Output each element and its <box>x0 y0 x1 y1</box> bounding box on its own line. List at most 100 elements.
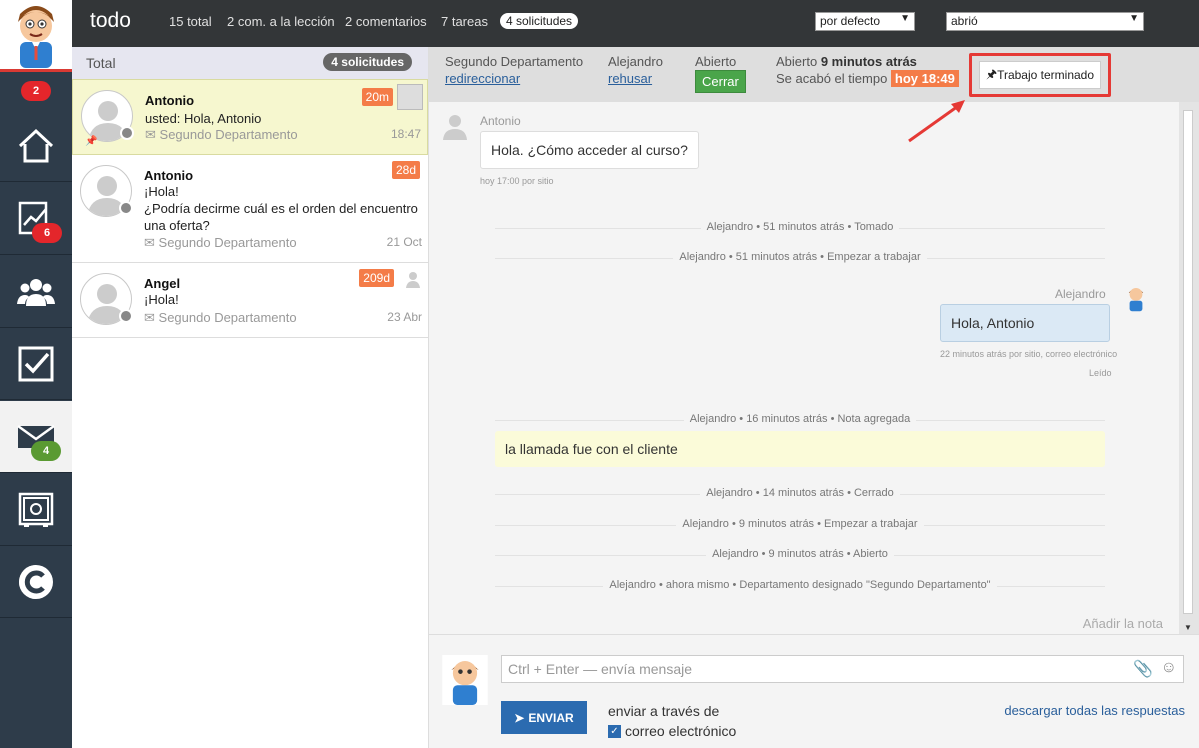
agent-avatar-icon <box>397 84 423 110</box>
sidebar: 2 6 4 <box>0 0 72 748</box>
scrollbar-thumb[interactable] <box>1183 110 1193 614</box>
opened-info: Abierto 9 minutos atrás <box>776 54 917 69</box>
message-meta: 22 minutos atrás por sitio, correo elect… <box>940 349 1118 359</box>
read-status: Leído <box>1089 368 1112 378</box>
conversation-name: Angel <box>144 276 181 291</box>
timeout-label: Se acabó el tiempo <box>776 71 888 86</box>
message-input[interactable]: Ctrl + Enter — envía mensaje 📎 ☺ <box>501 655 1184 683</box>
redirect-link[interactable]: redireccionar <box>445 71 520 86</box>
email-option[interactable]: ✓ correo electrónico <box>608 723 736 739</box>
checkbox-icon <box>18 346 54 381</box>
person-icon <box>443 115 467 140</box>
conversation-preview-2: ¿Podría decirme cuál es el orden del enc… <box>144 201 418 233</box>
conversation-preview: usted: Hola, Antonio <box>145 111 262 126</box>
sort-select[interactable]: por defecto ▼ <box>815 12 915 31</box>
work-done-label: Trabajo terminado <box>997 68 1095 82</box>
opened-time: 9 minutos atrás <box>820 54 917 69</box>
detail-header: Segundo Departamento redireccionar Aleja… <box>429 47 1199 102</box>
conversation-name: Antonio <box>145 93 195 108</box>
dept-label: Segundo Departamento <box>159 127 298 142</box>
safe-icon <box>18 492 54 527</box>
event-text: Alejandro • 14 minutos atrás • Cerrado <box>700 487 900 499</box>
users-icon <box>17 278 55 306</box>
conversation-list: Total 4 solicitudes 📌 Antonio usted: Hol… <box>72 47 429 748</box>
work-done-button[interactable]: 🖈 Trabajo terminado <box>979 61 1101 89</box>
composer: Ctrl + Enter — envía mensaje 📎 ☺ ➤ ENVIAR… <box>429 634 1199 748</box>
requests-count-pill: 4 solicitudes <box>323 53 412 71</box>
download-responses-link[interactable]: descargar todas las respuestas <box>1004 703 1185 718</box>
conversation-dept: ✉ Segundo Departamento <box>144 235 297 251</box>
done-button-highlight: 🖈 Trabajo terminado <box>969 53 1111 97</box>
home-button[interactable] <box>0 110 72 182</box>
scrollbar[interactable]: ▼ <box>1179 102 1199 634</box>
agent-avatar-icon <box>1128 288 1144 312</box>
close-button[interactable]: Cerrar <box>695 70 746 93</box>
system-event: Alejandro • 16 minutos atrás • Nota agre… <box>495 413 1105 425</box>
conversation-dept: ✉ Segundo Departamento <box>145 127 298 143</box>
system-event: Alejandro • 9 minutos atrás • Empezar a … <box>495 518 1105 530</box>
message-author: Alejandro <box>1055 287 1106 301</box>
dept-label: Segundo Departamento <box>445 54 584 69</box>
filter-comments[interactable]: 2 comentarios <box>345 14 427 29</box>
filter-lesson-comments[interactable]: 2 com. a la lección <box>227 14 335 29</box>
tasks-button[interactable] <box>0 328 72 400</box>
event-text: Alejandro • 9 minutos atrás • Empezar a … <box>676 518 924 530</box>
list-item[interactable]: Angel ¡Hola! ✉ Segundo Departamento 23 A… <box>72 263 428 338</box>
message-author: Antonio <box>480 114 521 128</box>
agent-label: Alejandro <box>608 54 663 69</box>
paper-plane-icon: ➤ <box>514 710 525 725</box>
internal-note: la llamada fue con el cliente <box>495 431 1105 467</box>
person-icon <box>406 272 420 288</box>
notification-badge: 2 <box>21 81 51 101</box>
chevron-down-icon[interactable]: ▼ <box>1184 623 1192 632</box>
envelope-icon: ✉ <box>145 127 156 142</box>
mail-button[interactable]: 4 <box>0 401 72 473</box>
dept-label: Segundo Departamento <box>158 235 297 250</box>
event-text: Alejandro • 51 minutos atrás • Tomado <box>700 221 900 233</box>
envelope-icon: ✉ <box>144 310 155 325</box>
envelope-icon: ✉ <box>144 235 155 250</box>
c-logo-icon <box>18 564 53 602</box>
event-text: Alejandro • 51 minutos atrás • Empezar a… <box>673 251 927 263</box>
safe-button[interactable] <box>0 474 72 546</box>
stats-button[interactable]: 6 <box>0 183 72 255</box>
users-button[interactable] <box>0 256 72 328</box>
email-checkbox[interactable]: ✓ <box>608 724 621 738</box>
dept-label: Segundo Departamento <box>158 310 297 325</box>
chevron-down-icon: ▼ <box>900 13 910 24</box>
status-dot <box>119 309 133 323</box>
age-badge: 209d <box>359 269 394 287</box>
sort-select-value: por defecto <box>820 14 881 28</box>
user-avatar[interactable] <box>0 0 72 72</box>
timeout-info: Se acabó el tiempo hoy 18:49 <box>776 70 959 87</box>
conversation-name: Antonio <box>144 168 194 183</box>
system-event: Alejandro • 14 minutos atrás • Cerrado <box>495 487 1105 499</box>
conversation-date: 18:47 <box>390 127 421 141</box>
top-bar: todo 15 total 2 com. a la lección 2 come… <box>72 0 1199 47</box>
chevron-down-icon: ▼ <box>1129 13 1139 24</box>
conversation-detail: Segundo Departamento redireccionar Aleja… <box>429 47 1199 748</box>
list-header: Total 4 solicitudes <box>72 47 428 79</box>
send-via-label: enviar a través de <box>608 703 720 719</box>
filter-tasks[interactable]: 7 tareas <box>441 14 488 29</box>
send-button[interactable]: ➤ ENVIAR <box>501 701 587 734</box>
annotation-arrow-icon <box>908 100 965 143</box>
status-dot <box>119 201 133 215</box>
add-note-link[interactable]: Añadir la nota <box>1083 616 1163 631</box>
conversation-preview: ¡Hola! <box>144 292 179 307</box>
filter-requests-active[interactable]: 4 solicitudes <box>500 13 579 29</box>
smiley-icon[interactable]: ☺ <box>1161 659 1177 677</box>
list-item[interactable]: 📌 Antonio usted: Hola, Antonio ✉ Segundo… <box>72 79 428 155</box>
conversation-preview: ¡Hola! <box>144 184 179 199</box>
list-header-title: Total <box>86 55 116 71</box>
list-item[interactable]: Antonio ¡Hola! ¿Podría decirme cuál es e… <box>72 155 428 263</box>
age-badge: 28d <box>391 161 420 179</box>
agent-avatar-icon <box>442 655 488 705</box>
reject-link[interactable]: rehusar <box>608 71 652 86</box>
filter-total[interactable]: 15 total <box>169 14 212 29</box>
paperclip-icon[interactable]: 📎 <box>1133 659 1153 679</box>
status-select[interactable]: abrió ▼ <box>946 12 1144 31</box>
messages-area: Antonio Hola. ¿Cómo acceder al curso? ho… <box>429 102 1179 634</box>
chat-logo-button[interactable] <box>0 546 72 618</box>
opened-prefix: Abierto <box>776 54 818 69</box>
